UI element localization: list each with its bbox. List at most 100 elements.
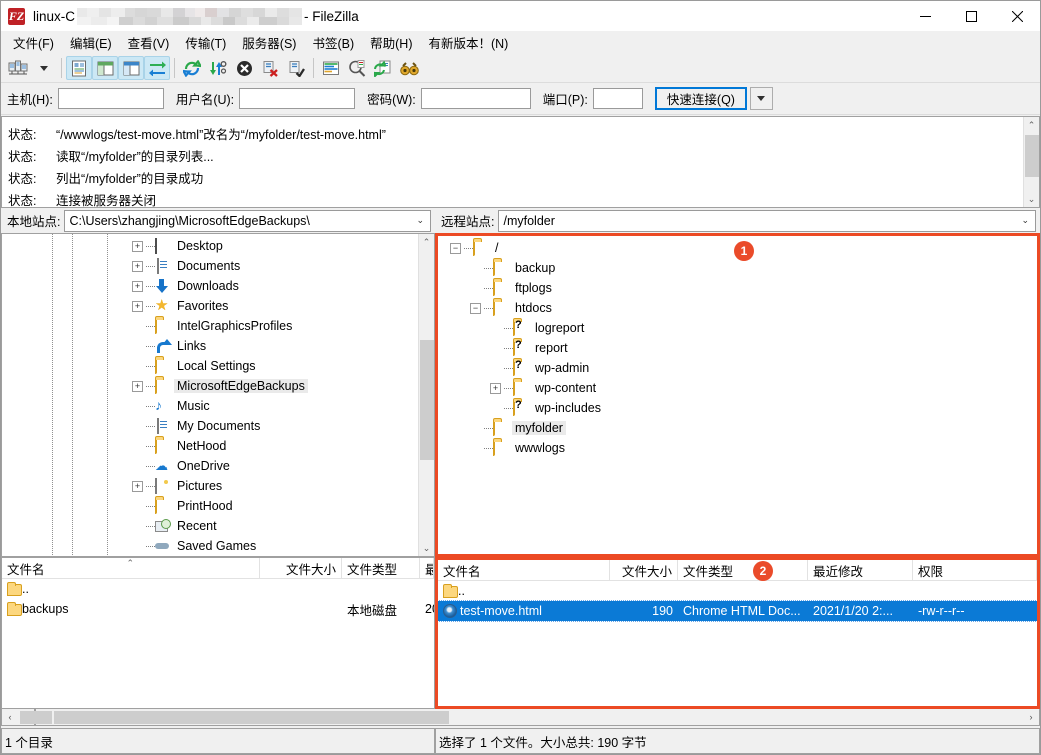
column-header[interactable]: 文件类型 xyxy=(678,560,808,580)
column-header[interactable]: 文件大小 xyxy=(260,558,342,578)
menu-server[interactable]: 服务器(S) xyxy=(234,30,304,55)
hscroll-track[interactable] xyxy=(52,710,1023,725)
quick-connect-history-dropdown[interactable] xyxy=(750,87,773,110)
chevron-down-icon[interactable]: ⌄ xyxy=(1021,215,1035,226)
directory-comparison-icon[interactable] xyxy=(344,56,370,80)
tree-node[interactable]: +Downloads xyxy=(2,276,418,296)
tree-expander-expand-icon[interactable]: + xyxy=(490,383,501,394)
find-remote-files-icon[interactable] xyxy=(396,56,422,80)
reconnect-icon[interactable] xyxy=(283,56,309,80)
tree-expander-collapse-icon[interactable]: − xyxy=(470,303,481,314)
column-header[interactable]: 权限 xyxy=(913,560,1037,580)
scroll-right-icon[interactable]: › xyxy=(1023,712,1039,722)
local-file-list[interactable]: 文件名⌃文件大小文件类型最近 ..backups本地磁盘2021 xyxy=(1,557,435,709)
toggle-remote-tree-icon[interactable] xyxy=(118,56,144,80)
tree-node[interactable]: +Documents xyxy=(2,256,418,276)
remote-list-hscrollbar[interactable]: ‹ › xyxy=(35,709,1040,726)
scroll-down-icon[interactable]: ⌄ xyxy=(423,540,431,556)
tree-node[interactable]: Links xyxy=(2,336,418,356)
tree-node[interactable]: My Documents xyxy=(2,416,418,436)
chevron-down-icon[interactable]: ⌄ xyxy=(416,215,430,226)
quick-connect-button[interactable]: 快速连接(Q) xyxy=(655,87,747,110)
scroll-down-icon[interactable]: ⌄ xyxy=(1028,191,1036,207)
process-queue-icon[interactable] xyxy=(205,56,231,80)
tree-node[interactable]: myfolder xyxy=(438,418,1037,438)
close-button[interactable] xyxy=(994,1,1040,31)
hscroll-thumb[interactable] xyxy=(54,711,449,724)
scroll-up-icon[interactable]: ⌃ xyxy=(1028,117,1036,133)
tree-node[interactable]: wp-includes xyxy=(438,398,1037,418)
host-input[interactable] xyxy=(58,88,164,109)
remote-file-list-body[interactable]: ..test-move.html190Chrome HTML Doc...202… xyxy=(438,581,1037,706)
tree-node[interactable]: wp-admin xyxy=(438,358,1037,378)
tree-node[interactable]: Recent xyxy=(2,516,418,536)
tree-node[interactable]: Local Settings xyxy=(2,356,418,376)
tree-node[interactable]: +Desktop xyxy=(2,236,418,256)
scrollbar-thumb[interactable] xyxy=(1025,135,1039,177)
tree-expander-expand-icon[interactable]: + xyxy=(132,281,143,292)
scrollbar-thumb[interactable] xyxy=(420,340,434,460)
local-file-list-body[interactable]: ..backups本地磁盘2021 xyxy=(2,579,434,708)
disconnect-icon[interactable] xyxy=(257,56,283,80)
tree-node[interactable]: NetHood xyxy=(2,436,418,456)
tree-expander-expand-icon[interactable]: + xyxy=(132,241,143,252)
username-input[interactable] xyxy=(239,88,355,109)
tree-node[interactable]: +MicrosoftEdgeBackups xyxy=(2,376,418,396)
toggle-message-log-icon[interactable] xyxy=(66,56,92,80)
menu-help[interactable]: 帮助(H) xyxy=(362,30,420,55)
tree-node[interactable]: PrintHood xyxy=(2,496,418,516)
column-header[interactable]: 文件名 xyxy=(438,560,610,580)
column-header[interactable]: 文件名⌃ xyxy=(2,558,260,578)
tree-node[interactable]: Saved Games xyxy=(2,536,418,556)
local-site-path-combo[interactable]: C:\Users\zhangjing\MicrosoftEdgeBackups\… xyxy=(64,210,431,232)
cancel-operation-icon[interactable] xyxy=(231,56,257,80)
tree-node[interactable]: +wp-content xyxy=(438,378,1037,398)
menu-transfer[interactable]: 传输(T) xyxy=(177,30,234,55)
tree-expander-expand-icon[interactable]: + xyxy=(132,381,143,392)
tree-node[interactable]: ftplogs xyxy=(438,278,1037,298)
synchronized-browsing-icon[interactable] xyxy=(370,56,396,80)
site-manager-dropdown-icon[interactable] xyxy=(31,56,57,80)
password-input[interactable] xyxy=(421,88,531,109)
table-row[interactable]: test-move.html190Chrome HTML Doc...2021/… xyxy=(438,601,1037,621)
tree-expander-expand-icon[interactable]: + xyxy=(132,481,143,492)
remote-file-list[interactable]: 文件名文件大小文件类型最近修改权限 ..test-move.html190Chr… xyxy=(435,557,1040,709)
table-row[interactable]: backups本地磁盘2021 xyxy=(2,599,434,619)
tree-node[interactable]: ♪Music xyxy=(2,396,418,416)
tree-node[interactable]: report xyxy=(438,338,1037,358)
scroll-up-icon[interactable]: ⌃ xyxy=(423,234,431,250)
menu-bookmarks[interactable]: 书签(B) xyxy=(304,30,362,55)
remote-directory-tree[interactable]: −/backupftplogs−htdocslogreportreportwp-… xyxy=(435,233,1040,557)
column-header[interactable]: 最近 xyxy=(420,558,434,578)
column-header[interactable]: 文件类型 xyxy=(342,558,420,578)
toggle-local-tree-icon[interactable] xyxy=(92,56,118,80)
tree-node[interactable]: ☁OneDrive xyxy=(2,456,418,476)
tree-node[interactable]: +Pictures xyxy=(2,476,418,496)
local-tree-scrollbar[interactable]: ⌃ ⌄ xyxy=(418,234,434,556)
port-input[interactable] xyxy=(593,88,643,109)
menu-edit[interactable]: 编辑(E) xyxy=(62,30,120,55)
local-directory-tree[interactable]: +Desktop+Documents+Downloads+★FavoritesI… xyxy=(1,233,435,557)
tree-node[interactable]: +★Favorites xyxy=(2,296,418,316)
refresh-icon[interactable] xyxy=(179,56,205,80)
tree-node[interactable]: wwwlogs xyxy=(438,438,1037,458)
tree-node[interactable]: IntelGraphicsProfiles xyxy=(2,316,418,336)
tree-node[interactable]: logreport xyxy=(438,318,1037,338)
menu-new-version[interactable]: 有新版本！(N) xyxy=(420,30,516,55)
menu-view[interactable]: 查看(V) xyxy=(120,30,178,55)
tree-expander-expand-icon[interactable]: + xyxy=(132,301,143,312)
table-row[interactable]: .. xyxy=(438,581,1037,601)
column-header[interactable]: 最近修改 xyxy=(808,560,913,580)
toggle-transfer-queue-icon[interactable] xyxy=(144,56,170,80)
tree-node[interactable]: backup xyxy=(438,258,1037,278)
site-manager-icon[interactable] xyxy=(5,56,31,80)
local-list-hscrollbar[interactable]: ‹ › xyxy=(1,709,35,726)
toggle-filters-icon[interactable] xyxy=(318,56,344,80)
column-header[interactable]: 文件大小 xyxy=(610,560,678,580)
scroll-left-icon[interactable]: ‹ xyxy=(2,712,18,722)
tree-expander-collapse-icon[interactable]: − xyxy=(450,243,461,254)
minimize-button[interactable] xyxy=(902,1,948,31)
menu-file[interactable]: 文件(F) xyxy=(5,30,62,55)
remote-site-path-combo[interactable]: /myfolder ⌄ xyxy=(498,210,1036,232)
tree-expander-expand-icon[interactable]: + xyxy=(132,261,143,272)
